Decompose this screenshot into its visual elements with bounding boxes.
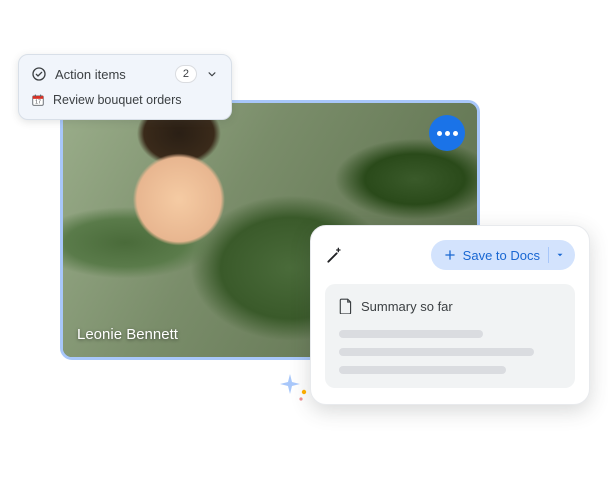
action-items-panel: Action items 2 17 Review bouquet orders xyxy=(18,54,232,120)
save-to-docs-main[interactable]: Save to Docs xyxy=(443,248,540,263)
dot-icon xyxy=(453,131,458,136)
skeleton-line xyxy=(339,366,506,374)
summary-content-box: Summary so far xyxy=(325,284,575,388)
skeleton-line xyxy=(339,330,483,338)
more-options-button[interactable] xyxy=(429,115,465,151)
skeleton-line xyxy=(339,348,534,356)
sparkle-icon xyxy=(276,368,312,404)
divider xyxy=(548,247,549,263)
participant-name-label: Leonie Bennett xyxy=(77,326,178,343)
action-item-row[interactable]: 17 Review bouquet orders xyxy=(31,93,219,107)
magic-wand-icon xyxy=(325,245,345,265)
action-items-count-badge: 2 xyxy=(175,65,197,83)
save-to-docs-button[interactable]: Save to Docs xyxy=(431,240,575,270)
summary-panel: Save to Docs Summary so far xyxy=(310,225,590,405)
plus-icon xyxy=(443,248,457,262)
summary-title-row: Summary so far xyxy=(339,298,561,314)
summary-title: Summary so far xyxy=(361,299,453,314)
action-items-header[interactable]: Action items 2 xyxy=(31,65,219,83)
svg-text:17: 17 xyxy=(35,100,41,106)
dot-icon xyxy=(437,131,442,136)
document-icon xyxy=(339,298,353,314)
calendar-icon: 17 xyxy=(31,93,45,107)
chevron-down-icon xyxy=(205,67,219,81)
summary-panel-header: Save to Docs xyxy=(325,240,575,270)
dot-icon xyxy=(445,131,450,136)
action-items-title: Action items xyxy=(55,67,167,82)
caret-down-icon[interactable] xyxy=(555,250,565,260)
check-circle-icon xyxy=(31,66,47,82)
action-item-text: Review bouquet orders xyxy=(53,93,182,107)
save-to-docs-label: Save to Docs xyxy=(463,248,540,263)
